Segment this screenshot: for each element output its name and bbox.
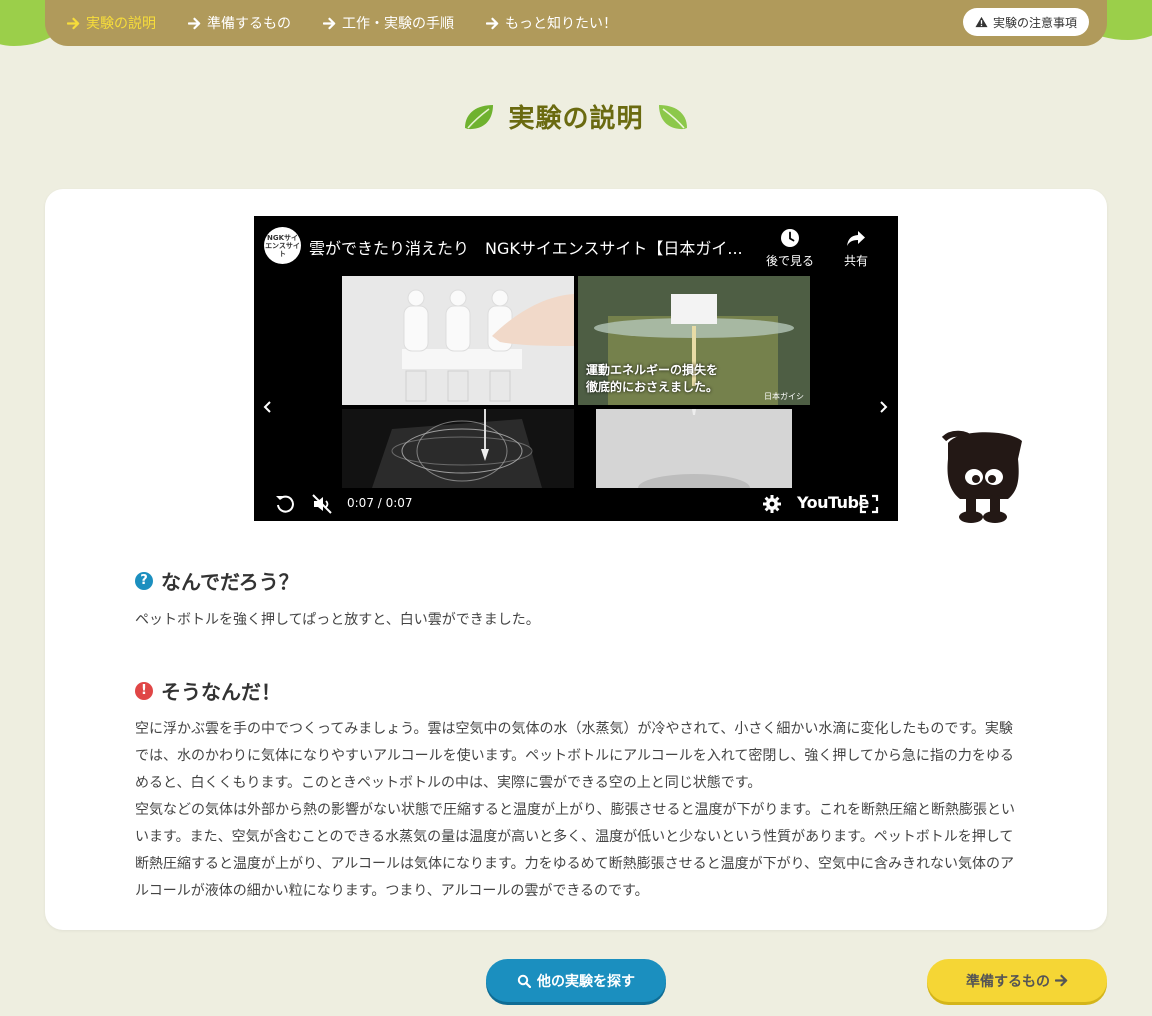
arrow-right-icon xyxy=(67,17,80,30)
nav-item-label: 準備するもの xyxy=(207,16,291,32)
gear-icon xyxy=(763,495,781,513)
clock-icon xyxy=(781,229,799,247)
question-text: ペットボトルを強く押してぱっと放すと、白い雲ができました。 xyxy=(135,612,540,628)
muted-speaker-icon xyxy=(312,494,332,514)
share-button[interactable]: 共有 xyxy=(844,228,868,269)
channel-logo[interactable]: NGKサイエンスサイト xyxy=(264,227,301,264)
share-label: 共有 xyxy=(844,254,869,268)
question-heading-text: なんでだろう？ xyxy=(161,570,299,594)
answer-heading: ! そうなんだ！ xyxy=(135,676,281,705)
question-icon: ? xyxy=(135,571,153,590)
leaf-icon xyxy=(465,104,494,129)
content-card: NGKサイエンスサイト 雲ができたり消えたり NGKサイエンスサイト【日本ガイ.… xyxy=(45,189,1107,930)
chevron-left-icon xyxy=(263,401,271,413)
warning-icon xyxy=(975,16,988,28)
search-button-label: 他の実験を探す xyxy=(537,973,635,990)
watch-later-label: 後で見る xyxy=(766,254,815,268)
answer-heading-text: そうなんだ！ xyxy=(161,680,281,704)
question-heading: ? なんでだろう？ xyxy=(135,566,299,595)
thumbnail-drop-image xyxy=(596,409,792,488)
watch-later-button[interactable]: 後で見る xyxy=(766,228,814,269)
previous-video-button[interactable] xyxy=(261,399,275,415)
answer-text: 空に浮かぶ雲を手の中でつくってみましょう。雲は空気中の気体の水（水蒸気）が冷やさ… xyxy=(135,716,1025,905)
video-time: 0:07 / 0:07 xyxy=(347,496,413,510)
arrow-right-icon xyxy=(323,17,336,30)
nav-item-label: 実験の説明 xyxy=(86,16,156,32)
search-experiments-button[interactable]: 他の実験を探す xyxy=(486,959,666,1002)
caution-button[interactable]: 実験の注意事項 xyxy=(962,8,1089,36)
nav-item-procedure[interactable]: 工作・実験の手順 xyxy=(323,13,454,33)
exclamation-icon: ! xyxy=(135,681,153,700)
caution-label: 実験の注意事項 xyxy=(992,15,1077,30)
video-title[interactable]: 雲ができたり消えたり NGKサイエンスサイト【日本ガイ... xyxy=(309,235,749,259)
nav-item-label: もっと知りたい！ xyxy=(505,16,617,32)
arrow-right-icon xyxy=(1055,974,1068,987)
nav-item-learn-more[interactable]: もっと知りたい！ xyxy=(486,13,617,33)
thumbnail-pendulum-image xyxy=(342,409,574,488)
thumbnail-bottles-image xyxy=(342,276,574,405)
mute-button[interactable] xyxy=(311,493,333,515)
nav-item-preparation[interactable]: 準備するもの xyxy=(188,13,291,33)
answer-paragraph: 空に浮かぶ雲を手の中でつくってみましょう。雲は空気中の気体の水（水蒸気）が冷やさ… xyxy=(135,721,1014,791)
chevron-right-icon xyxy=(880,401,888,413)
channel-logo-text: NGKサイエンスサイト xyxy=(265,233,300,258)
top-navigation: 実験の説明 準備するもの 工作・実験の手順 もっと知りたい！ 実験の注意事項 xyxy=(45,0,1107,46)
video-player[interactable]: NGKサイエンスサイト 雲ができたり消えたり NGKサイエンスサイト【日本ガイ.… xyxy=(254,216,898,521)
page-title: 実験の説明 xyxy=(508,104,644,134)
fullscreen-button[interactable] xyxy=(858,493,880,515)
answer-paragraph: 空気などの気体は外部から熱の影響がない状態で圧縮すると温度が上がり、膨張させると… xyxy=(135,802,1016,899)
leaf-icon xyxy=(658,104,687,129)
arrow-right-icon xyxy=(486,17,499,30)
next-video-button[interactable] xyxy=(876,399,890,415)
video-thumbnail[interactable] xyxy=(342,409,574,488)
video-thumbnail[interactable] xyxy=(342,276,574,405)
page-title-area: 実験の説明 xyxy=(0,98,1152,135)
share-icon xyxy=(847,231,865,246)
arrow-right-icon xyxy=(188,17,201,30)
search-icon xyxy=(517,974,531,988)
nav-item-label: 工作・実験の手順 xyxy=(342,16,454,32)
nav-item-explanation[interactable]: 実験の説明 xyxy=(67,13,156,33)
next-page-button[interactable]: 準備するもの xyxy=(927,959,1107,1002)
video-thumbnail[interactable]: 運動エネルギーの損失を 徹底的におさえました。 日本ガイシ xyxy=(578,276,810,405)
fullscreen-icon xyxy=(859,494,879,514)
video-controls: 0:07 / 0:07 YouTube xyxy=(254,487,898,521)
next-button-label: 準備するもの xyxy=(966,973,1050,990)
replay-icon xyxy=(276,495,294,513)
mascot-character xyxy=(941,430,1022,523)
replay-button[interactable] xyxy=(274,493,296,515)
video-thumbnail[interactable] xyxy=(596,409,792,488)
settings-button[interactable] xyxy=(761,493,783,515)
thumbnail-caption: 運動エネルギーの損失を 徹底的におさえました。 xyxy=(586,363,719,394)
thumbnail-brand: 日本ガイシ xyxy=(764,392,804,401)
